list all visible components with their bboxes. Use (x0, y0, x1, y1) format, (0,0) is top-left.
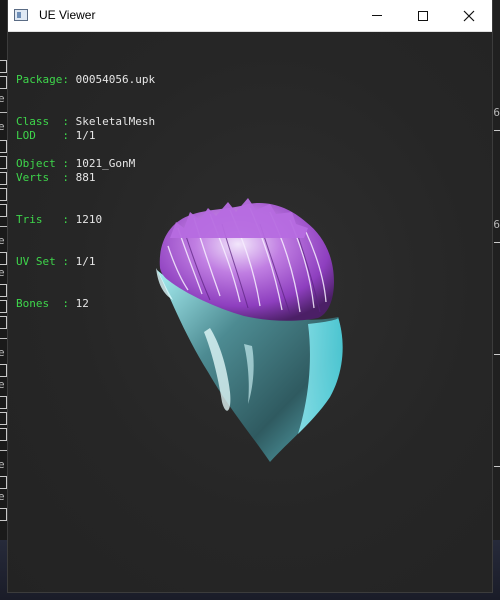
bg-glyph: e (0, 378, 5, 391)
maximize-button[interactable] (400, 0, 446, 31)
bg-glyph: e (0, 92, 5, 105)
bg-bracket-icon (0, 172, 7, 185)
bg-glyph: e (0, 458, 5, 471)
bg-dash (0, 450, 7, 451)
bg-bracket-icon (0, 252, 7, 265)
bg-bracket-icon (0, 316, 7, 329)
bg-dash (0, 226, 7, 227)
bg-bracket-icon (0, 76, 7, 89)
bg-bracket-icon (0, 396, 7, 409)
bg-glyph: e (0, 346, 5, 359)
bg-bracket-icon (0, 412, 7, 425)
minimize-button[interactable] (354, 0, 400, 31)
bg-bracket-icon (0, 140, 7, 153)
bg-bracket-icon (0, 364, 7, 377)
background-window-right: 6 6 (492, 0, 500, 600)
bg-tick (494, 466, 500, 467)
app-window-icon (14, 9, 28, 21)
3d-viewport[interactable]: Package: 00054056.upk Class : SkeletalMe… (8, 32, 492, 592)
bg-bracket-icon (0, 300, 7, 313)
bg-bracket-icon (0, 476, 7, 489)
bg-digit: 6 (493, 106, 500, 119)
bg-glyph: e (0, 266, 5, 279)
bg-bracket-icon (0, 284, 7, 297)
window-title: UE Viewer (39, 8, 96, 22)
maximize-icon (418, 10, 428, 21)
bg-tick (494, 354, 500, 355)
close-icon (463, 10, 475, 21)
background-window-left: e e e e e e e e (0, 0, 8, 600)
bg-glyph: e (0, 234, 5, 247)
bg-bracket-icon (0, 188, 7, 201)
bg-bracket-icon (0, 508, 7, 521)
close-button[interactable] (446, 0, 492, 31)
ue-viewer-window: UE Viewer Package: 00054056.upk Class : … (8, 0, 492, 592)
bg-bracket-icon (0, 60, 7, 73)
bg-dash (0, 338, 7, 339)
bg-tick (494, 242, 500, 243)
bg-bracket-icon (0, 156, 7, 169)
hair-spikes (170, 198, 308, 238)
bg-glyph: e (0, 490, 5, 503)
skeletal-mesh-render (156, 198, 343, 462)
bg-dash (0, 112, 7, 113)
title-bar[interactable]: UE Viewer (8, 0, 492, 32)
bg-tick (494, 130, 500, 131)
bg-bracket-icon (0, 204, 7, 217)
bg-bracket-icon (0, 428, 7, 441)
bg-glyph: e (0, 120, 5, 133)
bg-digit: 6 (493, 218, 500, 231)
minimize-icon (372, 15, 382, 16)
